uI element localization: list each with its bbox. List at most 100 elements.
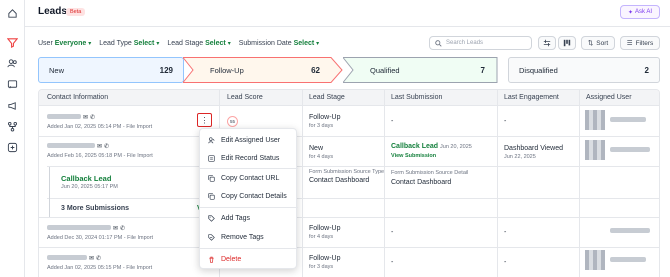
assigned-user-avatar xyxy=(585,250,605,270)
last-engagement-cell: - xyxy=(504,118,507,125)
contact-name-redacted xyxy=(47,143,95,148)
table-row[interactable]: ✉ ✆ Added Dec 30, 2024 01:17 PM - File I… xyxy=(47,224,153,243)
view-toggle-button[interactable] xyxy=(558,36,576,50)
megaphone-icon[interactable] xyxy=(7,100,18,111)
added-info: Added Feb 16, 2025 05:18 PM - File Impor… xyxy=(47,153,153,159)
kanban-icon xyxy=(563,39,571,47)
columns-icon xyxy=(543,39,551,47)
row-divider xyxy=(39,136,659,137)
expand-guide-line xyxy=(49,167,50,217)
callback-lead-item[interactable]: Callback Lead Jun 20, 2025 05:17 PM xyxy=(61,174,118,192)
assigned-user-avatar xyxy=(585,140,605,160)
email-icon: ✉ xyxy=(96,144,102,150)
last-engagement-cell: Dashboard Viewed Jun 22, 2025 xyxy=(504,145,564,160)
stage-count: 7 xyxy=(480,65,485,75)
messages-icon[interactable] xyxy=(7,79,18,90)
column-header[interactable]: Last Engagement xyxy=(504,94,559,101)
copy-icon xyxy=(208,192,215,200)
added-info: Added Jan 02, 2025 05:14 PM - File Impor… xyxy=(47,124,153,130)
more-submissions-toggle[interactable]: 3 More Submissions xyxy=(61,204,129,213)
sort-icon: ⇅ xyxy=(587,40,594,47)
chevron-down-icon: ▾ xyxy=(156,40,160,47)
row-divider xyxy=(39,247,659,248)
workflow-icon[interactable] xyxy=(7,121,18,132)
menu-item-edit-assigned-user[interactable]: Edit Assigned User xyxy=(200,131,298,149)
sort-button[interactable]: ⇅ Sort xyxy=(581,36,615,50)
phone-icon: ✆ xyxy=(103,144,109,150)
lead-stage-filter[interactable]: Lead Stage Select ▾ xyxy=(167,40,230,47)
email-icon: ✉ xyxy=(82,115,88,121)
column-settings-button[interactable] xyxy=(538,36,556,50)
user-edit-icon xyxy=(208,136,215,143)
lead-score-ring: 55 xyxy=(227,116,238,127)
last-engagement-cell: - xyxy=(504,259,507,266)
last-submission-cell: - xyxy=(391,118,394,125)
search-input[interactable]: Search Leads xyxy=(429,36,532,50)
column-header[interactable]: Lead Stage xyxy=(309,94,345,101)
row-divider xyxy=(39,217,659,218)
ask-ai-button[interactable]: ✦ Ask AI xyxy=(620,5,660,19)
submission-date-filter[interactable]: Submission Date Select ▾ xyxy=(239,40,319,47)
lead-stage-cell: Follow-Up for 3 days xyxy=(309,255,341,270)
table-row[interactable]: ✉ ✆ Added Feb 16, 2025 05:18 PM - File I… xyxy=(47,142,153,161)
column-header[interactable]: Last Submission xyxy=(391,94,442,101)
stage-new[interactable]: New 129 xyxy=(38,57,184,83)
nav-rail xyxy=(0,0,25,277)
stage-disqualified[interactable]: Disqualified 2 xyxy=(508,57,660,83)
menu-item-copy-contact-details[interactable]: Copy Contact Details xyxy=(200,187,298,205)
filters-label: Filters xyxy=(635,39,654,47)
chevron-down-icon: ▾ xyxy=(316,40,320,47)
email-icon: ✉ xyxy=(88,256,94,262)
table-row[interactable]: ✉ ✆ Added Jan 02, 2025 05:14 PM - File I… xyxy=(47,113,152,132)
stage-label: New xyxy=(49,65,65,75)
assigned-user-name-redacted xyxy=(610,117,646,122)
menu-item-copy-contact-url[interactable]: Copy Contact URL xyxy=(200,169,298,187)
row-context-menu: Edit Assigned User Edit Record Status Co… xyxy=(199,128,298,269)
submission-title: Callback Lead xyxy=(391,143,439,150)
funnel-icon[interactable] xyxy=(7,37,18,48)
stage-count: 2 xyxy=(644,65,649,75)
stage-followup[interactable]: Follow-Up 62 xyxy=(200,57,330,83)
menu-item-add-tags[interactable]: Add Tags xyxy=(200,209,298,227)
column-header[interactable]: Contact Information xyxy=(47,94,108,101)
search-placeholder: Search Leads xyxy=(446,40,484,46)
user-filter[interactable]: User Everyone ▾ xyxy=(38,40,91,47)
row-actions-button[interactable]: ⋮ xyxy=(197,113,212,127)
lead-type-filter[interactable]: Lead Type Select ▾ xyxy=(99,40,159,47)
contacts-icon[interactable] xyxy=(7,58,18,69)
sparkle-icon: ✦ xyxy=(627,9,633,16)
kebab-icon: ⋮ xyxy=(200,115,209,125)
tag-remove-icon xyxy=(208,233,215,241)
column-divider xyxy=(497,90,498,277)
phone-icon: ✆ xyxy=(95,256,101,262)
assigned-user-name-redacted xyxy=(610,147,650,152)
added-info: Added Dec 30, 2024 01:17 PM - File Impor… xyxy=(47,235,154,241)
menu-divider xyxy=(200,207,298,208)
lead-stage-cell: New for 4 days xyxy=(309,145,334,160)
contact-name-redacted xyxy=(47,225,111,230)
column-divider xyxy=(579,90,580,277)
column-divider xyxy=(302,90,303,277)
stage-label: Disqualified xyxy=(519,65,558,75)
view-submission-link[interactable]: View Submission xyxy=(391,152,472,161)
last-submission-cell: - xyxy=(391,259,394,266)
assigned-user-avatar xyxy=(585,110,605,130)
stage-label: Follow-Up xyxy=(210,65,244,75)
menu-item-remove-tags[interactable]: Remove Tags xyxy=(200,228,298,246)
copy-icon xyxy=(208,174,215,182)
table-row[interactable]: ✉ ✆ Added Jan 02, 2025 05:15 PM - File I… xyxy=(47,254,152,273)
row-divider xyxy=(47,198,659,199)
filters-button[interactable]: ☰ Filters xyxy=(620,36,660,50)
last-submission-cell: Callback Lead Jun 20, 2025 View Submissi… xyxy=(391,143,472,161)
menu-item-edit-record-status[interactable]: Edit Record Status xyxy=(200,149,298,167)
assigned-user-name-redacted xyxy=(610,228,650,233)
integrations-icon[interactable] xyxy=(7,142,18,153)
menu-item-delete[interactable]: Delete xyxy=(200,250,298,268)
beta-badge: Beta xyxy=(66,8,86,16)
trash-icon xyxy=(209,256,214,263)
stage-qualified[interactable]: Qualified 7 xyxy=(360,57,495,83)
column-header[interactable]: Lead Score xyxy=(227,94,263,101)
home-icon[interactable] xyxy=(7,8,18,19)
column-header[interactable]: Assigned User xyxy=(586,94,632,101)
sort-label: Sort xyxy=(596,39,609,47)
